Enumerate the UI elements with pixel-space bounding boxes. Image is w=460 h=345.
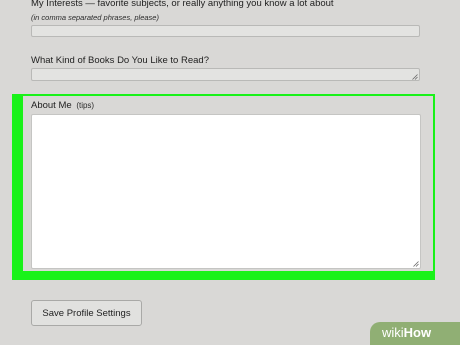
interests-label: My Interests — favorite subjects, or rea… [31,0,334,9]
wikihow-wiki-text: wiki [382,325,404,340]
interests-input[interactable] [31,25,420,37]
wikihow-watermark-text: wikiHow [382,325,431,340]
about-me-textarea[interactable] [31,114,421,269]
books-textarea[interactable] [31,68,420,81]
about-me-title: About Me [31,100,72,111]
books-resize-handle-icon[interactable] [412,74,418,80]
interests-hint: (in comma separated phrases, please) [31,13,159,22]
wikihow-watermark-logo: wikiHow [370,322,460,345]
books-label: What Kind of Books Do You Like to Read? [31,55,209,66]
about-me-resize-handle-icon[interactable] [413,261,419,267]
about-me-label: About Me (tips) [31,100,94,111]
about-me-tips-link[interactable]: (tips) [76,101,94,110]
save-profile-settings-button[interactable]: Save Profile Settings [31,300,142,326]
wikihow-how-text: How [403,325,432,340]
